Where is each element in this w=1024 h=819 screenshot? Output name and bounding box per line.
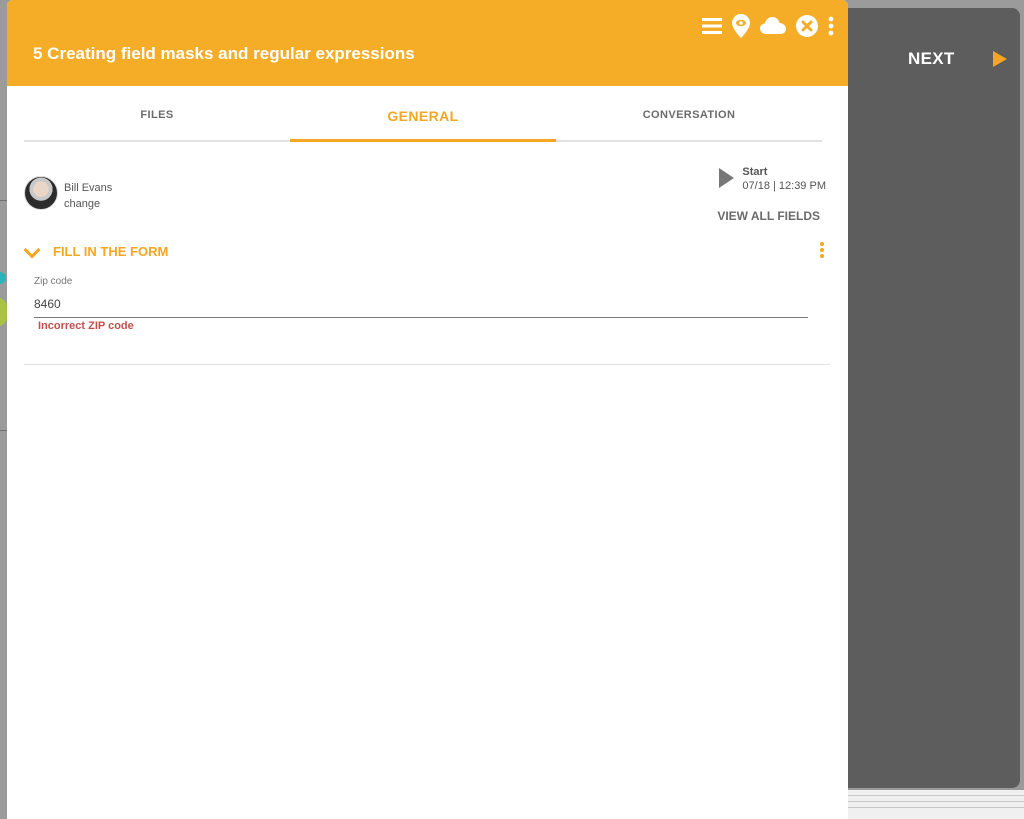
view-all-fields-link[interactable]: VIEW ALL FIELDS — [717, 209, 820, 223]
tab-files[interactable]: FILES — [24, 86, 290, 140]
form-section-header: FILL IN THE FORM — [7, 238, 848, 276]
tab-conversation[interactable]: CONVERSATION — [556, 86, 822, 140]
task-dialog: 5 Creating field masks and regular expre… — [7, 0, 848, 819]
avatar — [24, 176, 58, 210]
cloud-icon[interactable] — [760, 17, 786, 35]
close-icon[interactable] — [796, 15, 818, 37]
header-toolbar — [702, 14, 834, 38]
tab-general[interactable]: GENERAL — [290, 86, 556, 142]
next-button[interactable]: NEXT — [908, 46, 1007, 72]
user-name: Bill Evans — [64, 182, 113, 194]
background-list — [848, 790, 1024, 819]
zip-code-input[interactable] — [34, 295, 808, 318]
chevron-down-icon[interactable] — [23, 241, 41, 259]
dialog-title: 5 Creating field masks and regular expre… — [33, 44, 415, 63]
menu-icon[interactable] — [702, 17, 722, 35]
tab-bar: FILES GENERAL CONVERSATION — [24, 86, 822, 142]
background-node — [0, 272, 6, 284]
zip-code-field: Zip code Incorrect ZIP code — [34, 276, 808, 332]
dialog-header: 5 Creating field masks and regular expre… — [7, 0, 848, 86]
zip-code-label: Zip code — [34, 276, 73, 287]
start-block: Start 07/18 | 12:39 PM — [719, 166, 826, 192]
next-label: NEXT — [908, 49, 955, 68]
more-icon[interactable] — [828, 16, 834, 36]
next-panel — [836, 8, 1020, 788]
section-more-icon[interactable] — [820, 242, 824, 260]
next-arrow-icon — [992, 51, 1007, 67]
start-label: Start — [742, 166, 768, 178]
zip-code-error: Incorrect ZIP code — [38, 320, 134, 332]
play-icon[interactable] — [719, 168, 735, 188]
form-section-title[interactable]: FILL IN THE FORM — [53, 244, 168, 259]
start-time: 07/18 | 12:39 PM — [742, 180, 826, 192]
location-icon[interactable] — [732, 14, 750, 38]
section-divider — [24, 364, 830, 365]
change-user-link[interactable]: change — [64, 198, 100, 210]
user-row: Bill Evans change Start 07/18 | 12:39 PM… — [7, 142, 848, 238]
